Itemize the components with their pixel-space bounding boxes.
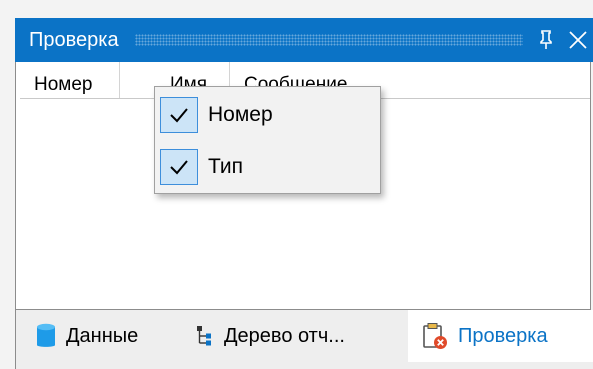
database-icon	[36, 323, 56, 349]
pin-icon[interactable]	[533, 27, 559, 53]
check-icon	[160, 149, 198, 185]
tab-report-tree[interactable]: Дерево отч...	[196, 310, 345, 362]
column-context-menu: Номер Тип	[154, 86, 381, 194]
check-icon	[160, 97, 198, 133]
menu-item-label: Тип	[208, 155, 244, 178]
panel-header: Проверка	[15, 18, 593, 62]
tab-label: Данные	[66, 324, 139, 347]
menu-item-label: Номер	[208, 103, 273, 126]
header-drag-area[interactable]	[134, 34, 523, 46]
tab-label: Дерево отч...	[224, 324, 345, 347]
column-header-number[interactable]: Номер	[20, 62, 120, 98]
tab-label: Проверка	[458, 324, 548, 347]
tab-data[interactable]: Данные	[36, 310, 138, 362]
menu-item-type[interactable]: Тип	[160, 148, 374, 186]
menu-item-number[interactable]: Номер	[160, 96, 374, 134]
tree-icon	[196, 325, 214, 347]
close-icon[interactable]	[565, 27, 591, 53]
panel-title: Проверка	[29, 28, 119, 51]
clipboard-error-icon	[422, 322, 448, 350]
tab-check[interactable]: Проверка	[408, 310, 593, 362]
bottom-tab-strip: Данные Дерево отч... Проверка	[15, 310, 593, 369]
